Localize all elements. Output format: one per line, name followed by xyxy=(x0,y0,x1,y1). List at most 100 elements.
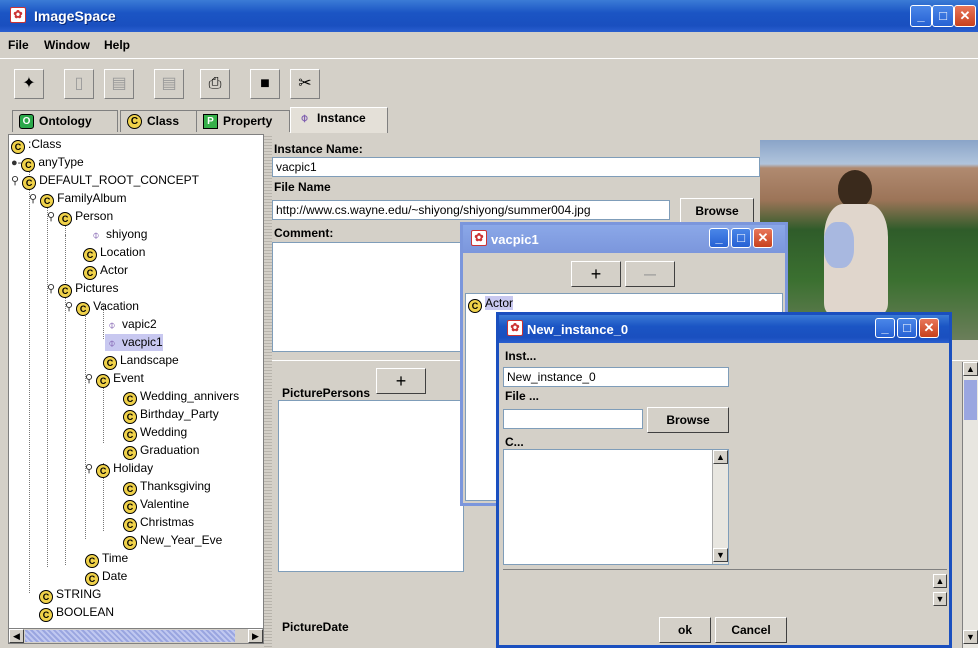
class-icon: C xyxy=(40,194,55,208)
menu-file[interactable]: File xyxy=(8,38,29,52)
panel-splitter[interactable] xyxy=(264,134,272,648)
tree-node[interactable]: C Christmas xyxy=(123,514,194,532)
instance-name-field[interactable]: vacpic1 xyxy=(272,157,760,177)
scroll-up-icon[interactable]: ▲ xyxy=(713,450,728,464)
textarea-scrollbar[interactable]: ▲ ▼ xyxy=(712,450,728,564)
list-item[interactable]: C Actor xyxy=(468,295,514,313)
maximize-button[interactable]: □ xyxy=(897,318,917,338)
instance-photo xyxy=(760,140,978,340)
scroll-up-icon[interactable]: ▲ xyxy=(933,574,947,588)
tree-node[interactable]: ⚲ C DEFAULT_ROOT_CONCEPT xyxy=(11,172,199,190)
file-name-field[interactable]: http://www.cs.wayne.edu/~shiyong/shiyong… xyxy=(272,200,670,220)
tab-class[interactable]: C Class xyxy=(120,110,204,132)
collapse-handle-icon[interactable]: ⚲ xyxy=(65,301,76,313)
tree-node[interactable]: ⚲ C Vacation xyxy=(65,298,139,316)
tree-node[interactable]: C:Class xyxy=(11,136,61,154)
tree-node[interactable]: ⌽ vapic2 xyxy=(105,316,156,333)
remove-button[interactable]: — xyxy=(625,261,675,287)
scissors-icon[interactable]: ✂ xyxy=(290,69,320,99)
minimize-button[interactable]: _ xyxy=(875,318,895,338)
tab-property[interactable]: P Property xyxy=(196,110,290,132)
tree-horizontal-scrollbar[interactable]: ◀ ▶ xyxy=(8,628,264,644)
ok-button[interactable]: ok xyxy=(659,617,711,643)
tree-node[interactable]: ⌽ shiyong xyxy=(89,226,147,243)
tree-node[interactable]: C Graduation xyxy=(123,442,199,460)
class-icon: C xyxy=(123,500,137,514)
tree-node[interactable]: ⚲ C Holiday xyxy=(85,460,153,478)
minimize-button[interactable]: _ xyxy=(910,5,932,27)
print-icon[interactable]: ⎙ xyxy=(200,69,230,99)
document-text-icon[interactable]: ▤ xyxy=(104,69,134,99)
class-tree[interactable]: C:Class ●- CanyType ⚲ C DEFAULT_ROOT_CONCE… xyxy=(8,134,264,634)
scroll-up-icon[interactable]: ▲ xyxy=(963,362,978,376)
tab-label: Class xyxy=(147,114,180,128)
tab-instance[interactable]: ⌽ Instance xyxy=(290,107,388,133)
copy-icon[interactable]: ▤ xyxy=(154,69,184,99)
tree-node[interactable]: C Wedding xyxy=(123,424,187,442)
scroll-down-icon[interactable]: ▼ xyxy=(963,630,978,644)
tree-node[interactable]: C Date xyxy=(85,568,127,586)
inst-label: Inst... xyxy=(505,349,537,363)
tree-node[interactable]: C Actor xyxy=(83,262,128,280)
browse-button[interactable]: Browse xyxy=(680,198,754,224)
tree-node[interactable]: ⚲ C Pictures xyxy=(47,280,118,298)
scroll-left-icon[interactable]: ◀ xyxy=(9,629,24,643)
add-button[interactable]: + xyxy=(571,261,621,287)
new-file-icon[interactable]: ✦ xyxy=(14,69,44,99)
document-icon[interactable]: ▯ xyxy=(64,69,94,99)
maximize-button[interactable]: □ xyxy=(731,228,751,248)
save-icon[interactable]: ■ xyxy=(250,69,280,99)
dialog-title-bar[interactable]: ✿ New_instance_0 _ □ ✕ xyxy=(499,315,949,343)
collapse-handle-icon[interactable]: ⚲ xyxy=(85,463,96,475)
close-button[interactable]: ✕ xyxy=(919,318,939,338)
toolbar: ✦ ▯ ▤ ▤ ⎙ ■ ✂ xyxy=(0,58,978,104)
tree-node[interactable]: C Birthday_Party xyxy=(123,406,219,424)
scroll-down-icon[interactable]: ▼ xyxy=(713,548,728,562)
tree-node[interactable]: ⚲ C Person xyxy=(47,208,113,226)
property-scrollbar[interactable]: ▲ ▼ xyxy=(933,574,947,608)
collapse-handle-icon[interactable]: ⚲ xyxy=(29,193,40,205)
scroll-right-icon[interactable]: ▶ xyxy=(248,629,263,643)
cancel-button[interactable]: Cancel xyxy=(715,617,787,643)
file-field[interactable] xyxy=(503,409,643,429)
close-button[interactable]: ✕ xyxy=(954,5,976,27)
collapse-handle-icon[interactable]: ⚲ xyxy=(47,211,58,223)
picture-persons-list[interactable] xyxy=(278,400,464,572)
expand-handle-icon[interactable]: ●- xyxy=(11,157,21,169)
browse-button[interactable]: Browse xyxy=(647,407,729,433)
class-icon: C xyxy=(123,392,137,406)
scroll-thumb[interactable] xyxy=(964,380,977,420)
tab-ontology[interactable]: O Ontology xyxy=(12,110,118,132)
tree-node[interactable]: C Valentine xyxy=(123,496,189,514)
tree-node[interactable]: C Wedding_annivers xyxy=(123,388,239,406)
tree-node[interactable]: ●- CanyType xyxy=(11,154,84,172)
tree-node[interactable]: ⚲ C FamilyAlbum xyxy=(29,190,126,208)
tree-node[interactable]: C New_Year_Eve xyxy=(123,532,222,550)
inst-name-field[interactable]: New_instance_0 xyxy=(503,367,729,387)
dialog-title-bar[interactable]: ✿ vacpic1 _ □ ✕ xyxy=(463,225,785,253)
collapse-handle-icon[interactable]: ⚲ xyxy=(85,373,96,385)
main-title-bar[interactable]: ✿ ImageSpace _ □ ✕ xyxy=(0,0,978,32)
scroll-thumb[interactable] xyxy=(25,630,235,642)
tree-node[interactable]: ⚲ C Event xyxy=(85,370,144,388)
dialog-title: vacpic1 xyxy=(491,232,539,247)
comment-textarea[interactable]: ▲ ▼ xyxy=(503,449,729,565)
collapse-handle-icon[interactable]: ⚲ xyxy=(11,175,22,187)
main-vertical-scrollbar[interactable]: ▲ ▼ xyxy=(962,362,978,648)
tree-node-selected[interactable]: ⌽ vacpic1 xyxy=(105,334,163,351)
tree-node[interactable]: C STRING xyxy=(39,586,101,604)
app-icon: ✿ xyxy=(507,320,523,336)
menu-window[interactable]: Window xyxy=(44,38,90,52)
minimize-button[interactable]: _ xyxy=(709,228,729,248)
close-button[interactable]: ✕ xyxy=(753,228,773,248)
tree-node[interactable]: C Time xyxy=(85,550,128,568)
add-person-button[interactable]: + xyxy=(376,368,426,394)
tree-node[interactable]: C Location xyxy=(83,244,145,262)
tree-node[interactable]: C Landscape xyxy=(103,352,179,370)
tree-node[interactable]: C BOOLEAN xyxy=(39,604,114,622)
maximize-button[interactable]: □ xyxy=(932,5,954,27)
menu-help[interactable]: Help xyxy=(104,38,130,52)
scroll-down-icon[interactable]: ▼ xyxy=(933,592,947,606)
collapse-handle-icon[interactable]: ⚲ xyxy=(47,283,58,295)
tree-node[interactable]: C Thanksgiving xyxy=(123,478,211,496)
